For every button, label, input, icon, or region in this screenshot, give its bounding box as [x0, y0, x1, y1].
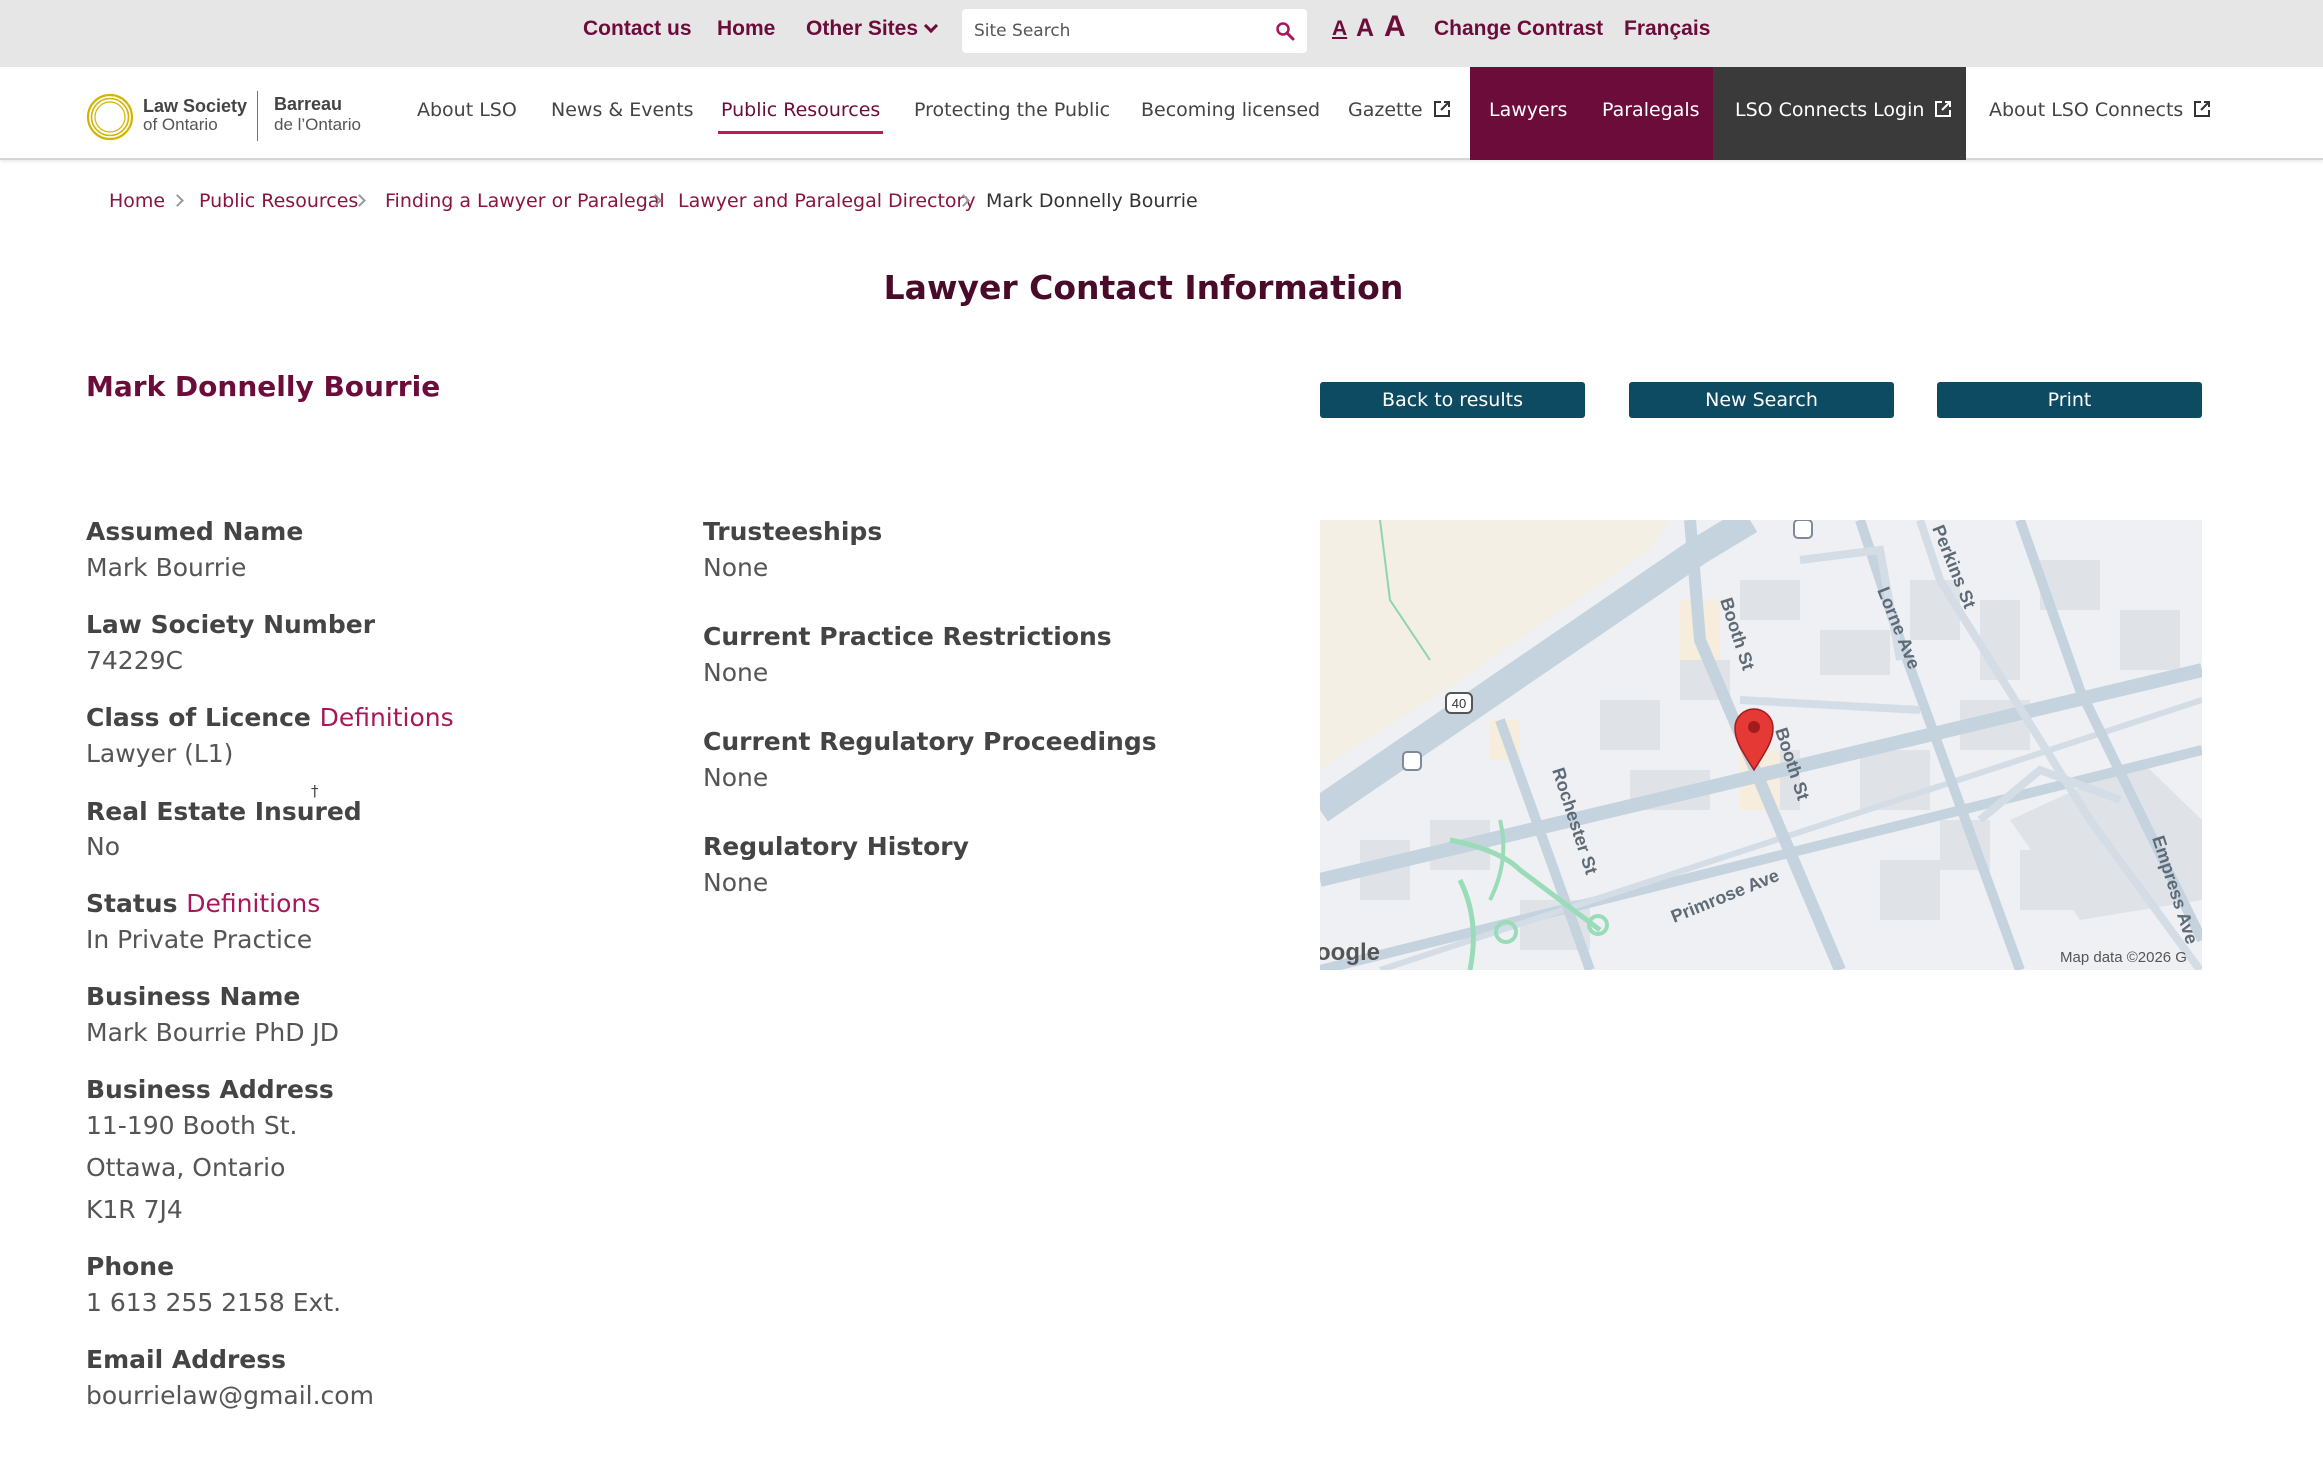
email-address-label: Email Address [86, 1345, 287, 1374]
location-map[interactable]: 40 Booth St Booth St Lorne Ave Perkins S… [1320, 520, 2202, 970]
nav-public-resources[interactable]: Public Resources [717, 99, 884, 134]
nav-lso-connects-login[interactable]: LSO Connects Login [1735, 99, 1952, 121]
class-of-licence-value: Lawyer (L1) [86, 739, 234, 768]
nav-audience-block: Lawyers Paralegals [1470, 67, 1713, 160]
contact-us-link[interactable]: Contact us [583, 17, 692, 41]
nav-protecting-public[interactable]: Protecting the Public [914, 99, 1110, 121]
logo-text-law-society: Law Society [143, 96, 248, 116]
practice-restrictions-value: None [703, 658, 769, 687]
business-name-label: Business Name [86, 982, 301, 1011]
regulatory-history-label: Regulatory History [703, 832, 969, 861]
logo-divider [257, 91, 258, 141]
law-society-number-label: Law Society Number [86, 610, 376, 639]
main-navigation: Law Society of Ontario Barreau de l’Onta… [0, 67, 2323, 160]
francais-link[interactable]: Français [1624, 17, 1710, 41]
change-contrast-link[interactable]: Change Contrast [1434, 17, 1603, 41]
nav-paralegals[interactable]: Paralegals [1602, 99, 1700, 121]
law-society-number-value: 74229C [86, 646, 183, 675]
page-title: Lawyer Contact Information [883, 268, 1404, 307]
nav-about-lso-connects[interactable]: About LSO Connects [1989, 99, 2211, 121]
font-size-medium-button[interactable]: A [1356, 14, 1374, 43]
class-definitions-link[interactable]: Definitions [320, 703, 454, 732]
assumed-name-label: Assumed Name [86, 517, 304, 546]
real-estate-insured-label: Real Estate Insured [86, 797, 362, 826]
nav-about-lso-connects-label: About LSO Connects [1989, 99, 2184, 121]
transit-stop-icon [1402, 751, 1422, 771]
breadcrumb-home[interactable]: Home [109, 190, 165, 212]
home-link[interactable]: Home [717, 17, 775, 41]
map-canvas: 40 Booth St Booth St Lorne Ave Perkins S… [1320, 520, 2202, 970]
lso-ring-icon [86, 93, 134, 141]
nav-gazette-label: Gazette [1348, 99, 1423, 121]
real-estate-dagger-note: † [311, 782, 319, 800]
google-logo: oogle [1320, 939, 1380, 966]
highway-shield-label: 40 [1452, 696, 1466, 711]
nav-news-events[interactable]: News & Events [551, 99, 694, 121]
other-sites-menu[interactable]: Other Sites [806, 17, 939, 41]
search-icon[interactable] [1273, 19, 1297, 43]
status-label-text: Status [86, 889, 178, 918]
business-address-line1: 11-190 Booth St. [86, 1111, 298, 1140]
logo-text-barreau: Barreau [274, 94, 343, 114]
nav-connects-block[interactable]: LSO Connects Login [1713, 67, 1966, 160]
search-input[interactable] [974, 19, 1254, 43]
status-definitions-link[interactable]: Definitions [186, 889, 320, 918]
back-to-results-button[interactable]: Back to results [1320, 382, 1585, 418]
breadcrumb-directory[interactable]: Lawyer and Paralegal Directory [678, 190, 976, 212]
external-link-icon [2194, 101, 2211, 117]
business-address-label: Business Address [86, 1075, 334, 1104]
phone-label: Phone [86, 1252, 175, 1281]
nav-lawyers[interactable]: Lawyers [1489, 99, 1567, 121]
font-size-small-button[interactable]: A [1332, 17, 1347, 41]
chevron-down-icon [923, 18, 939, 34]
business-address-line3: K1R 7J4 [86, 1195, 183, 1224]
breadcrumb-current: Mark Donnelly Bourrie [986, 190, 1198, 212]
nav-becoming-licensed[interactable]: Becoming licensed [1141, 99, 1320, 121]
practice-restrictions-label: Current Practice Restrictions [703, 622, 1112, 651]
nav-about-lso[interactable]: About LSO [417, 99, 517, 121]
email-address-value[interactable]: bourrielaw@gmail.com [86, 1381, 374, 1410]
external-link-icon [1433, 101, 1450, 117]
new-search-button[interactable]: New Search [1629, 382, 1894, 418]
nav-lso-connects-login-label: LSO Connects Login [1735, 99, 1925, 121]
regulatory-proceedings-value: None [703, 763, 769, 792]
class-of-licence-label: Class of Licence Definitions [86, 703, 454, 732]
class-of-licence-label-text: Class of Licence [86, 703, 311, 732]
regulatory-history-value: None [703, 868, 769, 897]
real-estate-insured-value: No [86, 832, 120, 861]
breadcrumb-public-resources[interactable]: Public Resources [199, 190, 358, 212]
regulatory-proceedings-label: Current Regulatory Proceedings [703, 727, 1157, 756]
status-label: Status Definitions [86, 889, 320, 918]
map-attribution: Map data ©2026 G [2060, 949, 2187, 966]
breadcrumb-finding[interactable]: Finding a Lawyer or Paralegal [385, 190, 665, 212]
chevron-right-icon [171, 194, 184, 207]
logo-text-de-lontario: de l’Ontario [274, 115, 361, 134]
status-value: In Private Practice [86, 925, 313, 954]
external-link-icon [1935, 101, 1952, 117]
nav-gazette[interactable]: Gazette [1348, 99, 1451, 121]
business-address-line2: Ottawa, Ontario [86, 1153, 286, 1182]
utility-bar: Contact us Home Other Sites A A A Change… [0, 0, 2323, 67]
trusteeships-label: Trusteeships [703, 517, 883, 546]
other-sites-label: Other Sites [806, 17, 919, 40]
font-size-large-button[interactable]: A [1384, 10, 1406, 44]
trusteeships-value: None [703, 553, 769, 582]
assumed-name-value: Mark Bourrie [86, 553, 247, 582]
logo-text-of-ontario: of Ontario [143, 115, 218, 134]
lso-logo[interactable]: Law Society of Ontario Barreau de l’Onta… [86, 91, 366, 141]
transit-stop-icon [1793, 520, 1813, 539]
phone-value: 1 613 255 2158 Ext. [86, 1288, 342, 1317]
business-name-value: Mark Bourrie PhD JD [86, 1018, 340, 1047]
print-button[interactable]: Print [1937, 382, 2202, 418]
person-name: Mark Donnelly Bourrie [86, 370, 441, 403]
site-search [962, 9, 1307, 53]
